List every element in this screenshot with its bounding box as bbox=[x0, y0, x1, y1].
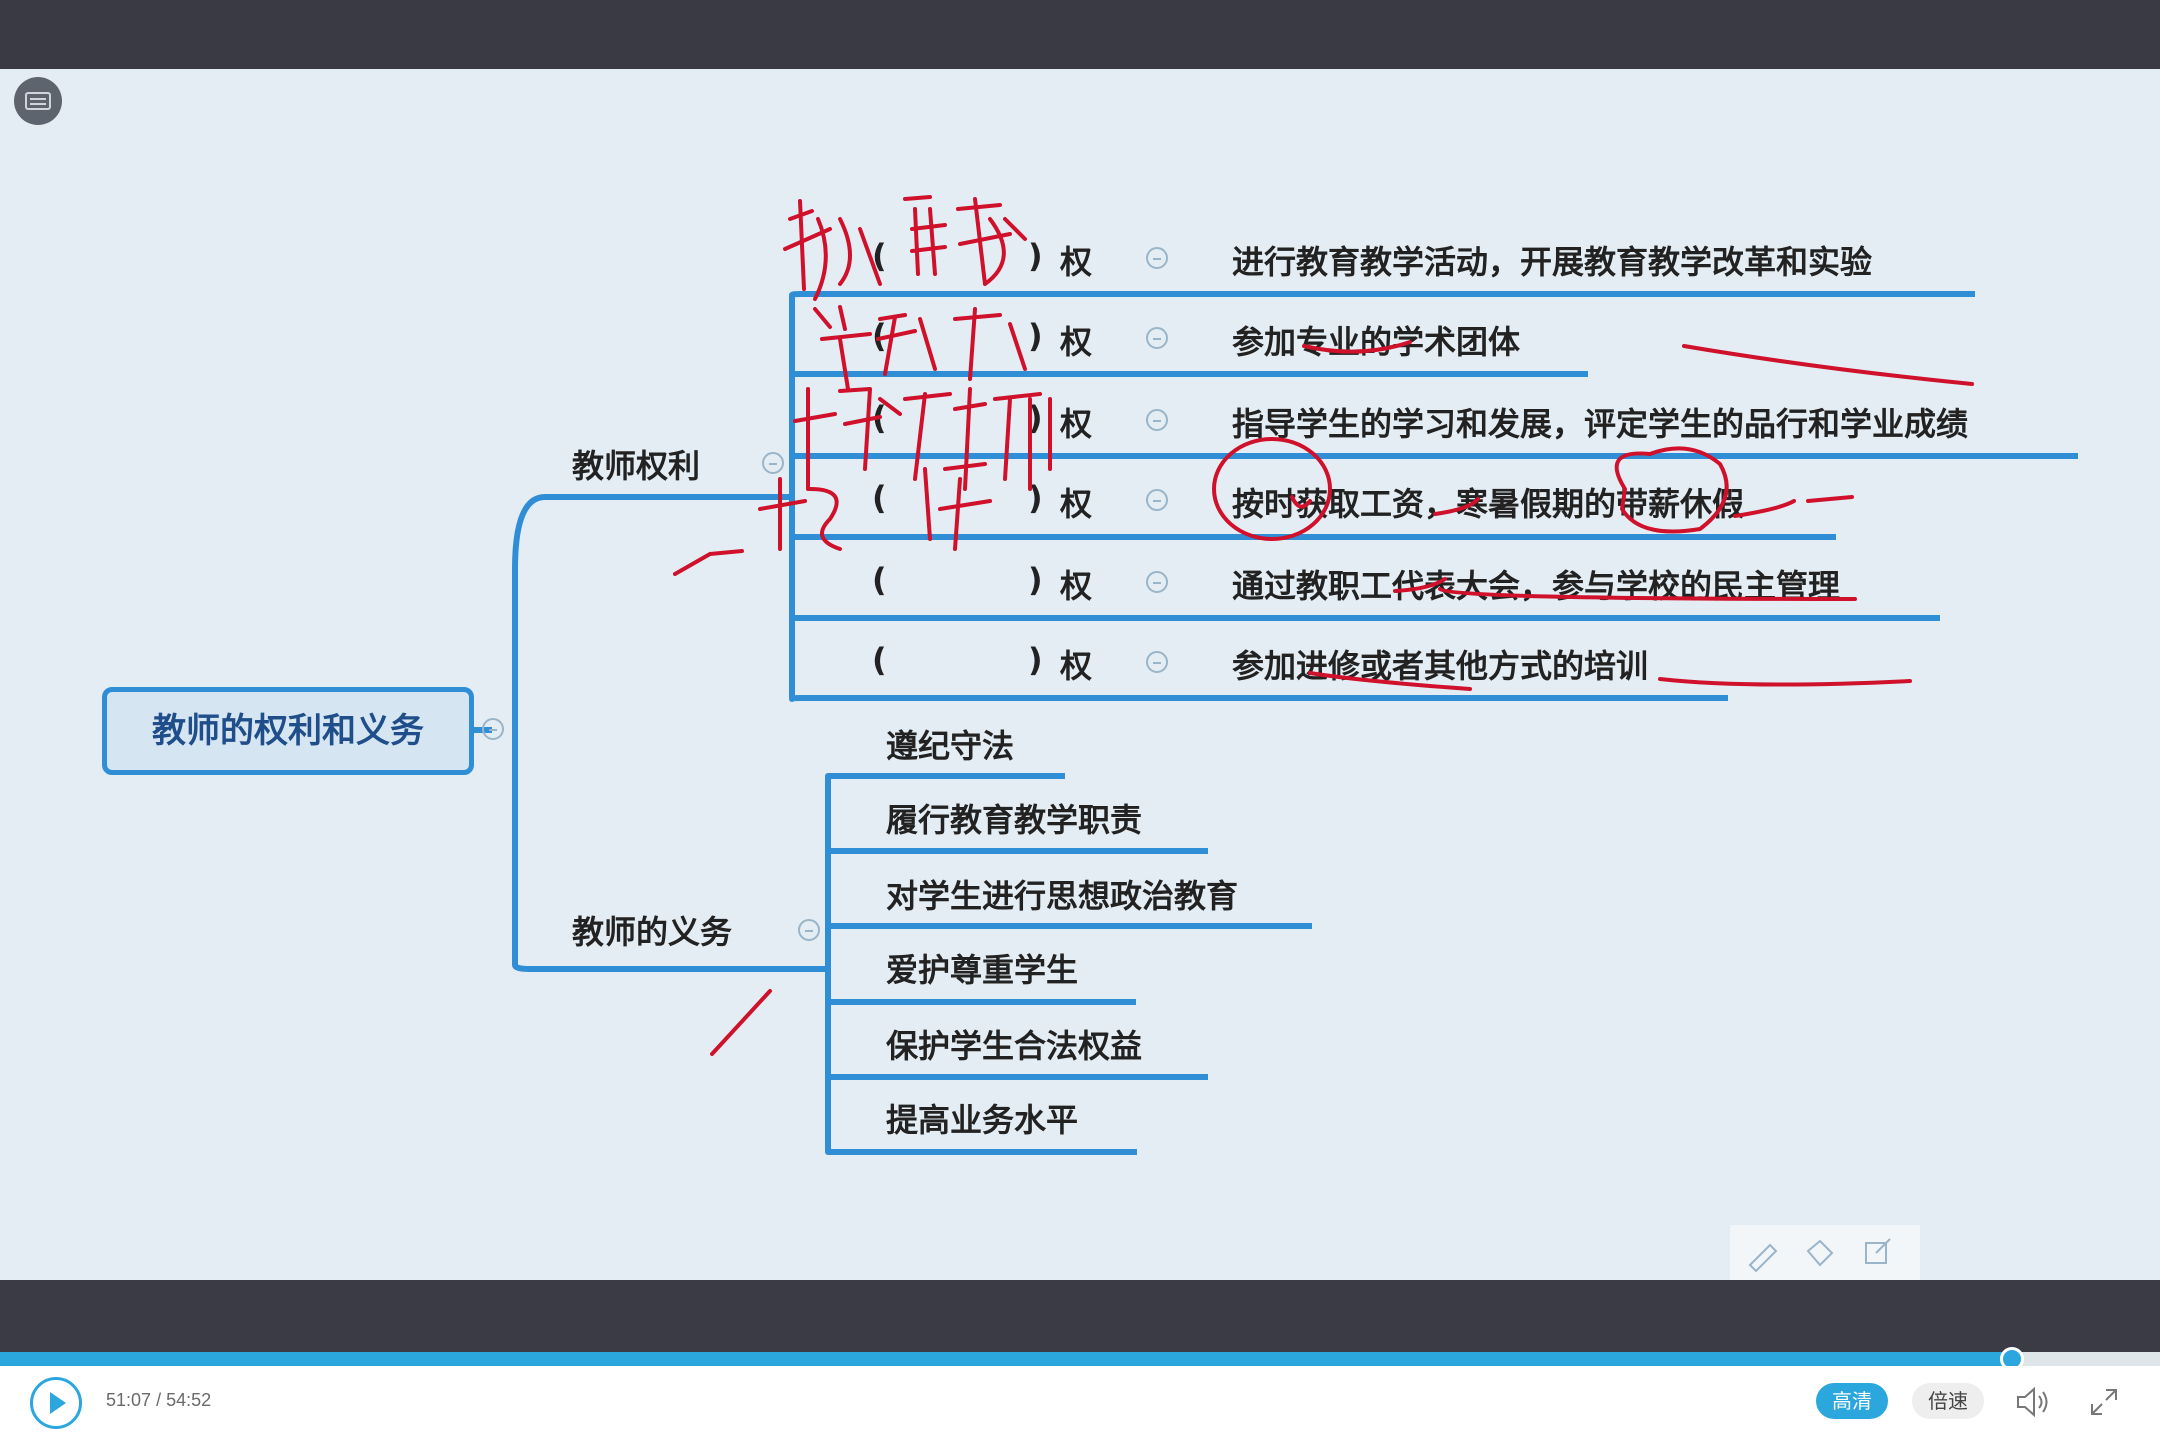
top-bar bbox=[0, 0, 2160, 69]
fullscreen-icon[interactable] bbox=[2086, 1384, 2122, 1420]
player-bottom-band bbox=[0, 1280, 2160, 1350]
progress-fill bbox=[0, 1352, 2013, 1366]
time-separator: / bbox=[156, 1390, 162, 1410]
pen-icon bbox=[1748, 1243, 1778, 1273]
play-button[interactable] bbox=[30, 1377, 82, 1429]
drawing-toolbar bbox=[1730, 1225, 1920, 1285]
eraser-icon bbox=[1806, 1239, 1834, 1267]
time-display: 51:07 / 54:52 bbox=[106, 1390, 211, 1411]
speed-button[interactable]: 倍速 bbox=[1912, 1383, 1984, 1419]
play-icon bbox=[50, 1392, 66, 1414]
quality-button[interactable]: 高清 bbox=[1816, 1383, 1888, 1419]
volume-icon[interactable] bbox=[2012, 1384, 2052, 1420]
time-total: 54:52 bbox=[166, 1390, 212, 1410]
handwritten-annotations bbox=[673, 195, 1974, 1056]
video-frame[interactable]: 教师的权利和义务 教师权利 教师的义务 ( ) 权 进行教育教学活动，开展教育教… bbox=[0, 69, 2160, 1285]
player-controls: 51:07 / 54:52 高清 倍速 bbox=[0, 1366, 2160, 1440]
time-current: 51:07 bbox=[106, 1390, 152, 1410]
